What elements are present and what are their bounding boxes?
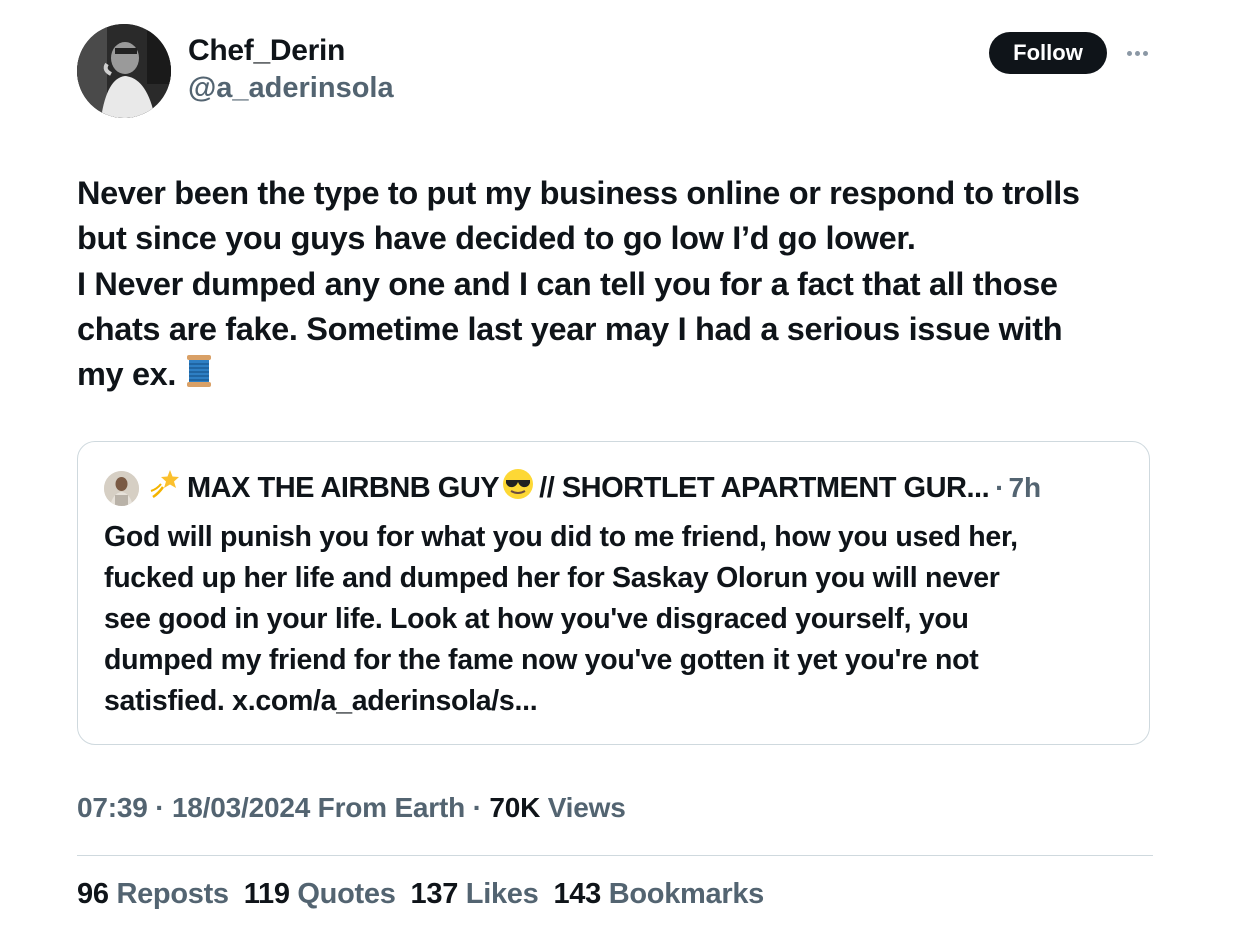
meta-separator: · [155,792,165,823]
reposts-label: Reposts [116,878,229,910]
tweet-line: chats are fake. Sometime last year may I… [77,310,1063,347]
views-count: 70K [489,792,541,823]
bookmarks-label: Bookmarks [608,878,765,910]
quotes-label: Quotes [297,878,396,910]
quoted-author-name-text: MAX THE AIRBNB GUY [187,471,500,504]
tweet-line: Never been the type to put my business o… [77,175,1080,211]
quoted-author-avatar[interactable] [104,470,139,506]
engagement-stats: 96 Reposts 119 Quotes 137 Likes 143 Book… [77,878,779,911]
tweet-metadata: 07:39 · 18/03/2024 From Earth · 70K View… [77,792,626,824]
quoted-tweet-text: God will punish you for what you did to … [104,517,1114,722]
quoted-tweet-time[interactable]: 7h [1008,472,1041,504]
sunglasses-face-icon [501,467,535,509]
bookmarks-stat[interactable]: 143 Bookmarks [553,878,764,911]
quoted-tweet-card[interactable]: MAX THE AIRBNB GUY // SHORTLET APARTMENT… [77,441,1150,745]
quoted-tweet-line: see good in your life. Look at how you'v… [104,603,969,635]
author-handle[interactable]: @a_aderinsola [188,72,394,105]
tweet-source: From Earth [317,792,466,823]
tweet-line: but since you guys have decided to go lo… [77,220,916,257]
bookmarks-count: 143 [553,878,601,910]
quoted-tweet-line: fucked up her life and dumped her for Sa… [104,562,1000,594]
quoted-tweet-separator: · [995,472,1005,503]
author-avatar[interactable] [77,24,171,118]
quoted-author-name-suffix: // SHORTLET APARTMENT GUR... [539,471,990,504]
views-label: Views [547,792,626,823]
tweet-detail: Chef_Derin @a_aderinsola Follow Never be… [0,0,1259,934]
quoted-tweet-line: God will punish you for what you did to … [104,521,1018,553]
quotes-stat[interactable]: 119 Quotes [244,878,396,911]
tweet-line: I Never dumped any one and I can tell yo… [77,265,1058,302]
quoted-tweet-line: satisfied. x.com/a_aderinsola/s... [104,685,538,717]
spool-of-thread-icon [186,354,212,400]
likes-stat[interactable]: 137 Likes [411,878,539,911]
quoted-tweet-line: dumped my friend for the fame now you've… [104,644,979,676]
likes-label: Likes [465,878,539,910]
quoted-tweet-header: MAX THE AIRBNB GUY // SHORTLET APARTMENT… [104,468,1041,508]
follow-button[interactable]: Follow [989,32,1107,74]
tweet-date[interactable]: 18/03/2024 [172,792,310,823]
author-display-name[interactable]: Chef_Derin [188,34,345,68]
quoted-author-name[interactable]: MAX THE AIRBNB GUY // SHORTLET APARTMENT… [147,467,990,509]
tweet-line: my ex. [77,356,177,393]
reposts-count: 96 [77,878,109,910]
quotes-count: 119 [243,878,290,910]
more-options-icon[interactable] [1122,38,1152,68]
tweet-time[interactable]: 07:39 [77,792,148,823]
tweet-line-last: my ex. [77,352,1167,400]
tweet-text: Never been the type to put my business o… [77,171,1167,400]
meta-separator: · [472,792,482,823]
likes-count: 137 [410,878,459,910]
dizzy-icon [149,467,183,509]
reposts-stat[interactable]: 96 Reposts [77,878,229,911]
divider [77,855,1153,856]
